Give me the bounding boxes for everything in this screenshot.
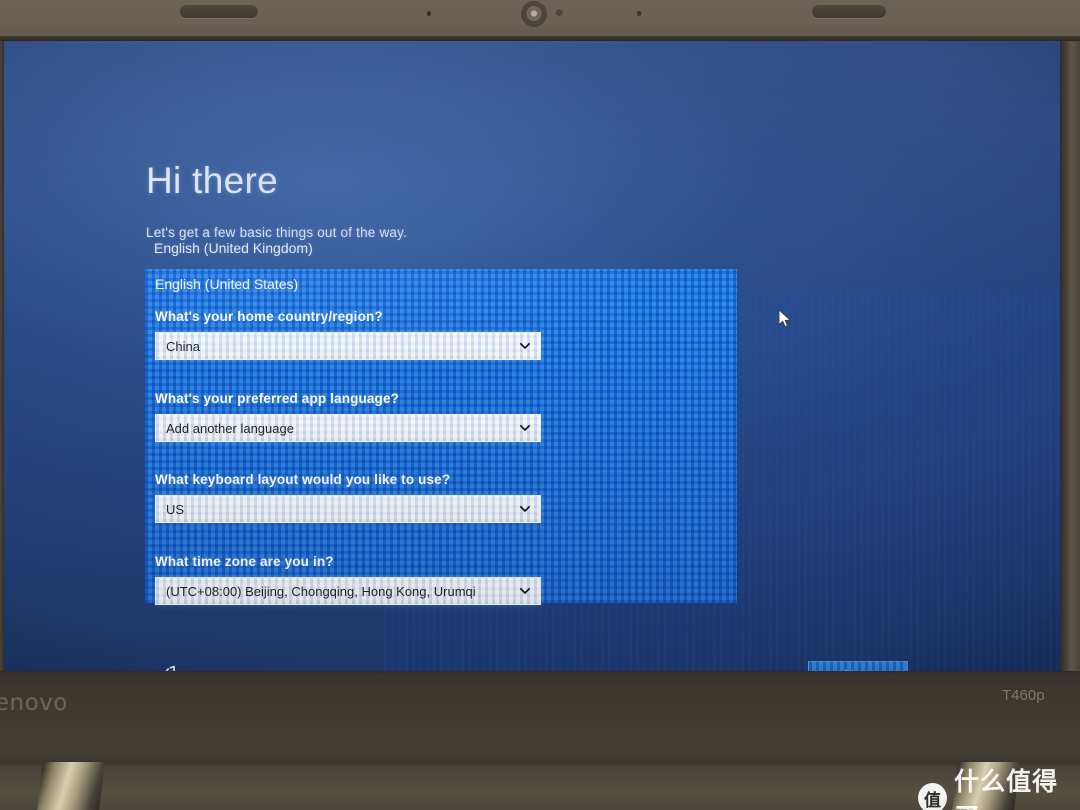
language-option-en-us[interactable]: English (United States): [155, 276, 298, 292]
field-label: What's your home country/region?: [155, 309, 383, 324]
bezel-bumper-left: [180, 5, 258, 18]
select-value: US: [166, 501, 185, 517]
select-value: China: [166, 338, 200, 354]
model-label: T460p: [1002, 687, 1045, 704]
field-app-language: What's your preferred app language? Add …: [155, 391, 545, 442]
hinge-left: [37, 762, 105, 810]
keyboard-layout-select[interactable]: US: [155, 495, 541, 523]
laptop-right-bezel: [1060, 41, 1080, 671]
field-label: What keyboard layout would you like to u…: [155, 472, 451, 487]
home-country-select[interactable]: China: [155, 332, 541, 360]
windows-oobe-screen: Hi there Let's get a few basic things ou…: [4, 41, 1060, 671]
page-title: Hi there: [146, 160, 278, 201]
language-option-en-gb[interactable]: English (United Kingdom): [154, 240, 313, 256]
bezel-bumper-right: [812, 5, 886, 18]
page-subtitle: Let's get a few basic things out of the …: [146, 225, 408, 240]
app-language-select[interactable]: Add another language: [155, 414, 541, 442]
microphone-hole-left: [427, 11, 431, 16]
field-label: What time zone are you in?: [155, 554, 334, 569]
field-label: What's your preferred app language?: [155, 391, 399, 406]
field-keyboard-layout: What keyboard layout would you like to u…: [155, 472, 545, 523]
lenovo-logo: lenovo: [0, 690, 68, 716]
watermark-text: 什么值得买: [954, 767, 1059, 810]
microphone-hole-right: [637, 11, 641, 16]
select-value: (UTC+08:00) Beijing, Chongqing, Hong Kon…: [166, 583, 476, 599]
time-zone-select[interactable]: (UTC+08:00) Beijing, Chongqing, Hong Kon…: [155, 577, 541, 605]
webcam-icon: [521, 1, 547, 27]
next-button[interactable]: Next: [808, 661, 908, 671]
select-value: Add another language: [166, 420, 294, 436]
laptop-photo: Hi there Let's get a few basic things ou…: [0, 0, 1080, 810]
watermark: 值 什么值得买: [918, 762, 1080, 810]
laptop-top-bezel: [0, 0, 1080, 41]
laptop-screen: Hi there Let's get a few basic things ou…: [4, 41, 1060, 671]
ease-of-access-icon[interactable]: [159, 661, 189, 671]
chevron-down-icon: [519, 340, 531, 352]
mouse-pointer-icon: [778, 309, 792, 329]
webcam-indicator-led: [556, 9, 563, 16]
field-home-country: What's your home country/region? China: [155, 309, 545, 360]
chevron-down-icon: [519, 422, 531, 434]
chevron-down-icon: [519, 585, 531, 597]
field-time-zone: What time zone are you in? (UTC+08:00) B…: [155, 554, 545, 605]
watermark-logo-icon: 值: [918, 783, 948, 810]
chevron-down-icon: [519, 503, 531, 515]
